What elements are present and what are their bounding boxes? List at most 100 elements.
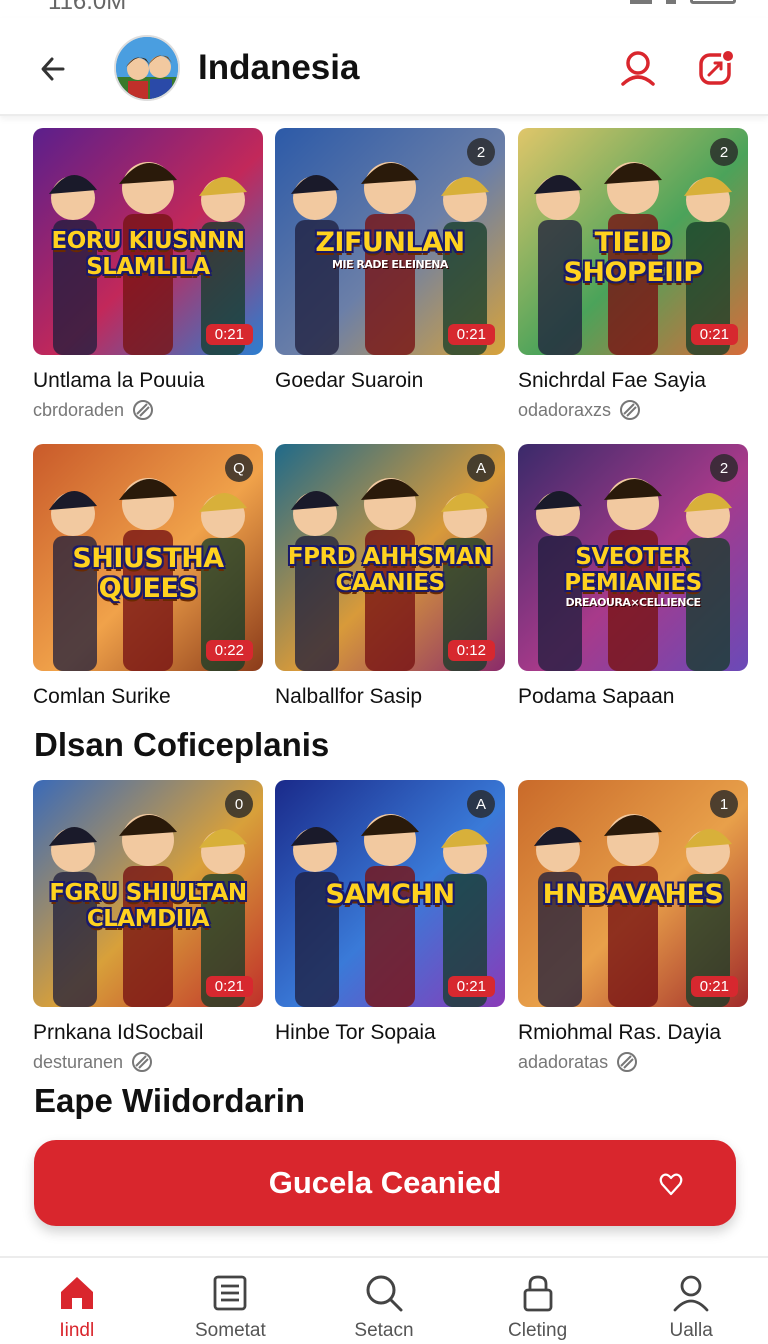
globe-icon <box>132 1052 153 1072</box>
thumbnail-title: TIEID SHOPEIIP <box>563 227 703 288</box>
wifi-icon <box>666 0 676 4</box>
video-meta: desturanen <box>33 1051 263 1073</box>
video-title[interactable]: Rmiohmal Ras. Dayia <box>518 1021 748 1045</box>
video-title[interactable]: Nalballfor Sasip <box>275 685 505 709</box>
video-card[interactable]: SAMCHN A 0:21 Hinbe Tor Sopaia <box>275 780 505 1045</box>
status-icons <box>630 0 736 4</box>
duration-badge: 0:12 <box>447 640 495 661</box>
nav-label: Ualla <box>669 1320 713 1341</box>
grid-list-icon <box>213 1275 247 1311</box>
nav-item-home[interactable]: Iindl <box>0 1258 154 1344</box>
corner-badge: 2 <box>467 138 495 166</box>
video-thumbnail[interactable]: SAMCHN A 0:21 <box>275 780 505 1007</box>
heart-outline-icon <box>659 1173 683 1196</box>
nav-label: Cleting <box>508 1320 568 1341</box>
status-time: 116.0M <box>48 0 127 15</box>
bottom-navigation: Iindl Sometat Setacn Cleting Ualla <box>0 1256 768 1344</box>
video-card[interactable]: SHIUSTHA QUEES Q 0:22 Comlan Surike <box>33 444 263 709</box>
video-card[interactable]: HNBAVAHES 1 0:21 Rmiohmal Ras. Dayia adado… <box>518 780 748 1073</box>
video-thumbnail[interactable]: HNBAVAHES 1 0:21 <box>518 780 748 1007</box>
video-thumbnail[interactable]: FGRU SHIULTAN CLAMDIIA 0 0:21 <box>33 780 263 1007</box>
battery-icon <box>690 0 736 4</box>
duration-badge: 0:21 <box>447 976 495 997</box>
video-card[interactable]: FGRU SHIULTAN CLAMDIIA 0 0:21 Prnkana IdSo… <box>33 780 263 1073</box>
primary-action-label: Gucela Ceanied <box>268 1165 502 1200</box>
video-title[interactable]: Snichrdal Fae Sayia <box>518 369 748 393</box>
thumbnail-title: FPRD AHHSMAN CAANIES <box>287 544 493 596</box>
video-thumbnail[interactable]: EORU KIUSNNN SLAMLILA 0:21 <box>33 128 263 355</box>
lock-icon <box>523 1275 552 1312</box>
video-thumbnail[interactable]: ZIFUNLAN MIE RADE ELEINENA 2 0:21 <box>275 128 505 355</box>
profile-icon <box>673 1275 709 1312</box>
video-card[interactable]: TIEID SHOPEIIP 2 0:21 Snichrdal Fae Sayia … <box>518 128 748 421</box>
thumbnail-title: HNBAVAHES <box>542 879 724 910</box>
duration-badge: 0:21 <box>690 324 738 345</box>
corner-badge: 0 <box>225 790 253 818</box>
signal-icon <box>630 0 652 4</box>
nav-label: Sometat <box>195 1320 266 1341</box>
video-thumbnail[interactable]: SHIUSTHA QUEES Q 0:22 <box>33 444 263 671</box>
video-thumbnail[interactable]: TIEID SHOPEIIP 2 0:21 <box>518 128 748 355</box>
nav-item-lock[interactable]: Cleting <box>461 1258 615 1344</box>
back-button[interactable] <box>30 46 76 92</box>
duration-badge: 0:22 <box>205 640 253 661</box>
video-title[interactable]: Goedar Suaroin <box>275 369 505 393</box>
nav-item-search[interactable]: Setacn <box>307 1258 461 1344</box>
profile-search-button[interactable] <box>614 44 662 92</box>
corner-badge: 2 <box>710 138 738 166</box>
channel-name: adadoratas <box>518 1051 609 1072</box>
globe-icon <box>620 400 641 420</box>
thumbnail-subtitle: DREAOURA×CELLIENCE <box>565 596 701 609</box>
nav-item-profile[interactable]: Ualla <box>614 1258 768 1344</box>
thumbnail-title: SAMCHN <box>325 879 455 910</box>
video-meta: odadoraxzs <box>518 399 748 421</box>
channel-name: desturanen <box>33 1051 124 1072</box>
arrow-left-icon <box>41 57 65 81</box>
avatar-art <box>116 37 178 99</box>
duration-badge: 0:21 <box>447 324 495 345</box>
duration-badge: 0:21 <box>690 976 738 997</box>
thumbnail-title: ZIFUNLAN MIE RADE ELEINENA <box>285 228 495 272</box>
duration-badge: 0:21 <box>205 324 253 345</box>
thumbnail-title: FGRU SHIULTAN CLAMDIIA <box>49 880 247 932</box>
section-heading: Eape Wiidordarin <box>34 1082 306 1119</box>
video-thumbnail[interactable]: FPRD AHHSMAN CAANIES A 0:12 <box>275 444 505 671</box>
channel-name: odadoraxzs <box>518 399 612 420</box>
video-card[interactable]: EORU KIUSNNN SLAMLILA 0:21 Untlama la Pou… <box>33 128 263 421</box>
nav-item-list[interactable]: Sometat <box>154 1258 308 1344</box>
video-meta: adadoratas <box>518 1051 748 1073</box>
video-card[interactable]: ZIFUNLAN MIE RADE ELEINENA 2 0:21 Goedar Su… <box>275 128 505 393</box>
nav-label: Iindl <box>59 1320 95 1341</box>
thumbnail-title: SVEOTER PEMIANIES DREAOURA×CELLIENCE <box>528 544 738 610</box>
video-title[interactable]: Hinbe Tor Sopaia <box>275 1021 505 1045</box>
thumbnail-title: SHIUSTHA QUEES <box>72 543 224 604</box>
search-icon <box>366 1275 403 1312</box>
globe-icon <box>617 1052 638 1072</box>
globe-icon <box>133 400 154 420</box>
video-thumbnail[interactable]: SVEOTER PEMIANIES DREAOURA×CELLIENCE 2 <box>518 444 748 671</box>
primary-action-button[interactable]: Gucela Ceanied <box>34 1140 736 1226</box>
notification-button[interactable] <box>692 44 740 92</box>
corner-badge: A <box>467 790 495 818</box>
status-bar: 116.0M <box>0 0 768 18</box>
section-heading: Dlsan Coficeplanis <box>34 726 330 763</box>
corner-badge: Q <box>225 454 253 482</box>
person-search-icon <box>621 51 655 86</box>
thumbnail-title: EORU KIUSNNN SLAMLILA <box>51 228 245 280</box>
corner-badge: 2 <box>710 454 738 482</box>
video-title[interactable]: Prnkana IdSocbail <box>33 1021 263 1045</box>
app-header: Indanesia <box>0 18 768 116</box>
video-title[interactable]: Comlan Surike <box>33 685 263 709</box>
video-title[interactable]: Podama Sapaan <box>518 685 748 709</box>
video-title[interactable]: Untlama la Pouuia <box>33 369 263 393</box>
channel-name: cbrdoraden <box>33 399 125 420</box>
duration-badge: 0:21 <box>205 976 253 997</box>
video-meta: cbrdoraden <box>33 399 263 421</box>
corner-badge: 1 <box>710 790 738 818</box>
channel-avatar[interactable] <box>114 35 180 101</box>
video-card[interactable]: FPRD AHHSMAN CAANIES A 0:12 Nalballfor Sas… <box>275 444 505 709</box>
corner-badge: A <box>467 454 495 482</box>
video-card[interactable]: SVEOTER PEMIANIES DREAOURA×CELLIENCE 2 Pod… <box>518 444 748 709</box>
home-icon <box>60 1277 93 1309</box>
page-title: Indanesia <box>198 48 360 87</box>
